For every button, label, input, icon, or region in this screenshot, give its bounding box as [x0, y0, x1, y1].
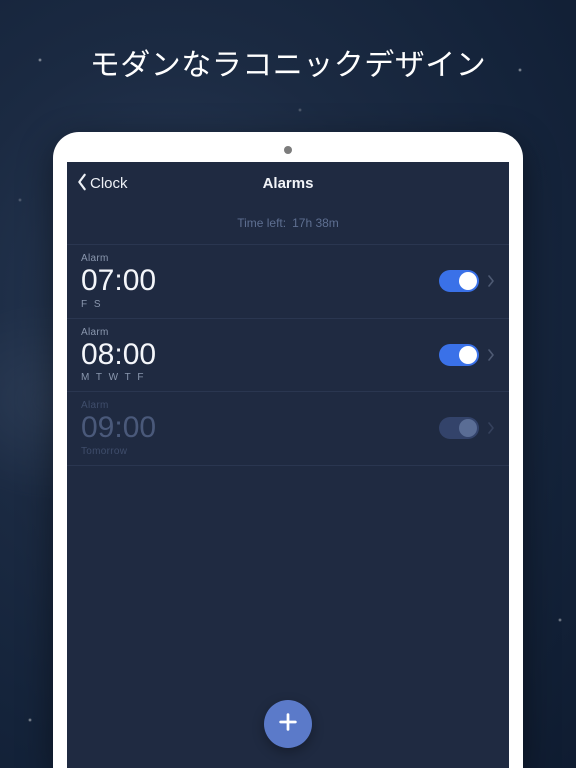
alarm-row[interactable]: Alarm 07:00 F S — [67, 244, 509, 319]
alarm-toggle[interactable] — [439, 344, 479, 366]
alarm-text: Alarm 07:00 F S — [81, 253, 439, 310]
back-label: Clock — [90, 175, 128, 192]
alarm-text: Alarm 09:00 Tomorrow — [81, 400, 439, 457]
alarm-toggle[interactable] — [439, 417, 479, 439]
alarm-repeat: F S — [81, 299, 439, 310]
nav-bar: Clock Alarms — [67, 162, 509, 206]
promo-headline: モダンなラコニックデザイン — [0, 0, 576, 84]
chevron-right-icon — [487, 349, 495, 361]
nav-title: Alarms — [263, 175, 314, 192]
alarm-list: Alarm 07:00 F S Alarm 08:00 M T W T F — [67, 244, 509, 466]
app-screen: Clock Alarms Time left: 17h 38m Alarm 07… — [67, 162, 509, 768]
alarm-row[interactable]: Alarm 08:00 M T W T F — [67, 319, 509, 393]
alarm-toggle[interactable] — [439, 270, 479, 292]
time-left-label: Time left: — [237, 216, 286, 230]
alarm-label: Alarm — [81, 400, 439, 411]
add-alarm-button[interactable] — [264, 700, 312, 748]
alarm-time: 07:00 — [81, 264, 439, 299]
device-camera — [284, 146, 292, 154]
chevron-right-icon — [487, 422, 495, 434]
chevron-left-icon — [75, 173, 89, 195]
alarm-repeat: Tomorrow — [81, 446, 439, 457]
alarm-row[interactable]: Alarm 09:00 Tomorrow — [67, 392, 509, 466]
plus-icon — [277, 711, 299, 738]
alarm-time: 09:00 — [81, 411, 439, 446]
time-left-value: 17h 38m — [292, 216, 339, 230]
alarm-text: Alarm 08:00 M T W T F — [81, 327, 439, 384]
alarm-repeat: M T W T F — [81, 372, 439, 383]
alarm-time: 08:00 — [81, 338, 439, 373]
time-left-bar: Time left: 17h 38m — [67, 206, 509, 244]
alarm-label: Alarm — [81, 327, 439, 338]
back-button[interactable]: Clock — [75, 162, 128, 205]
alarm-label: Alarm — [81, 253, 439, 264]
chevron-right-icon — [487, 275, 495, 287]
tablet-device-frame: Clock Alarms Time left: 17h 38m Alarm 07… — [53, 132, 523, 768]
